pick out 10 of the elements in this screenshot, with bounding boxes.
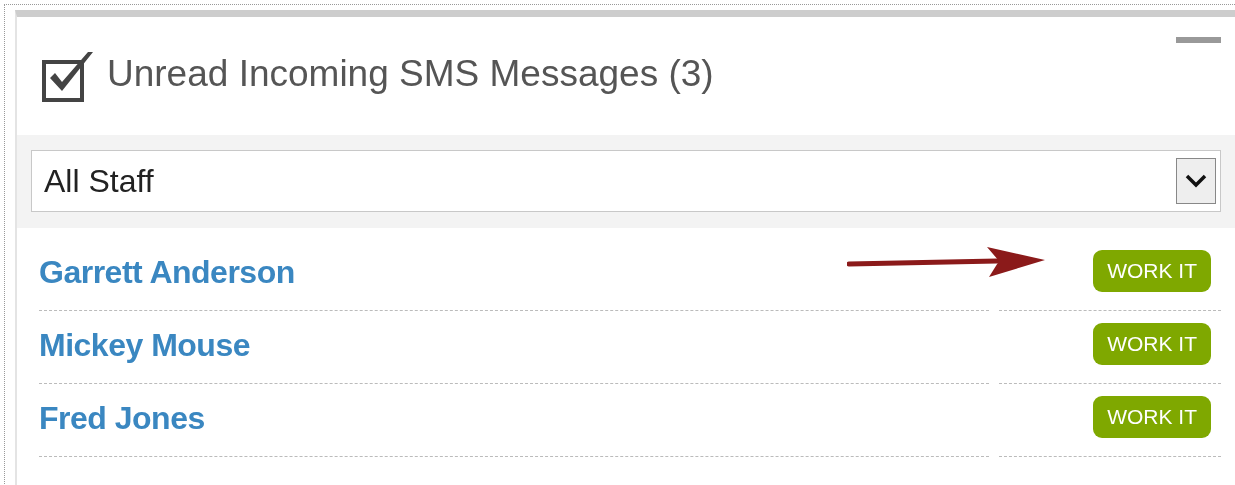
staff-dropdown[interactable]: All Staff — [31, 150, 1221, 212]
work-it-button[interactable]: WORK IT — [1093, 396, 1211, 438]
work-it-button[interactable]: WORK IT — [1093, 323, 1211, 365]
contact-link[interactable]: Mickey Mouse — [39, 327, 250, 364]
contact-link[interactable]: Fred Jones — [39, 400, 205, 437]
collapse-button[interactable] — [1176, 37, 1221, 43]
work-it-button[interactable]: WORK IT — [1093, 250, 1211, 292]
chevron-down-icon — [1176, 158, 1216, 204]
contact-link[interactable]: Garrett Anderson — [39, 254, 295, 291]
widget-title: Unread Incoming SMS Messages (3) — [107, 53, 714, 96]
